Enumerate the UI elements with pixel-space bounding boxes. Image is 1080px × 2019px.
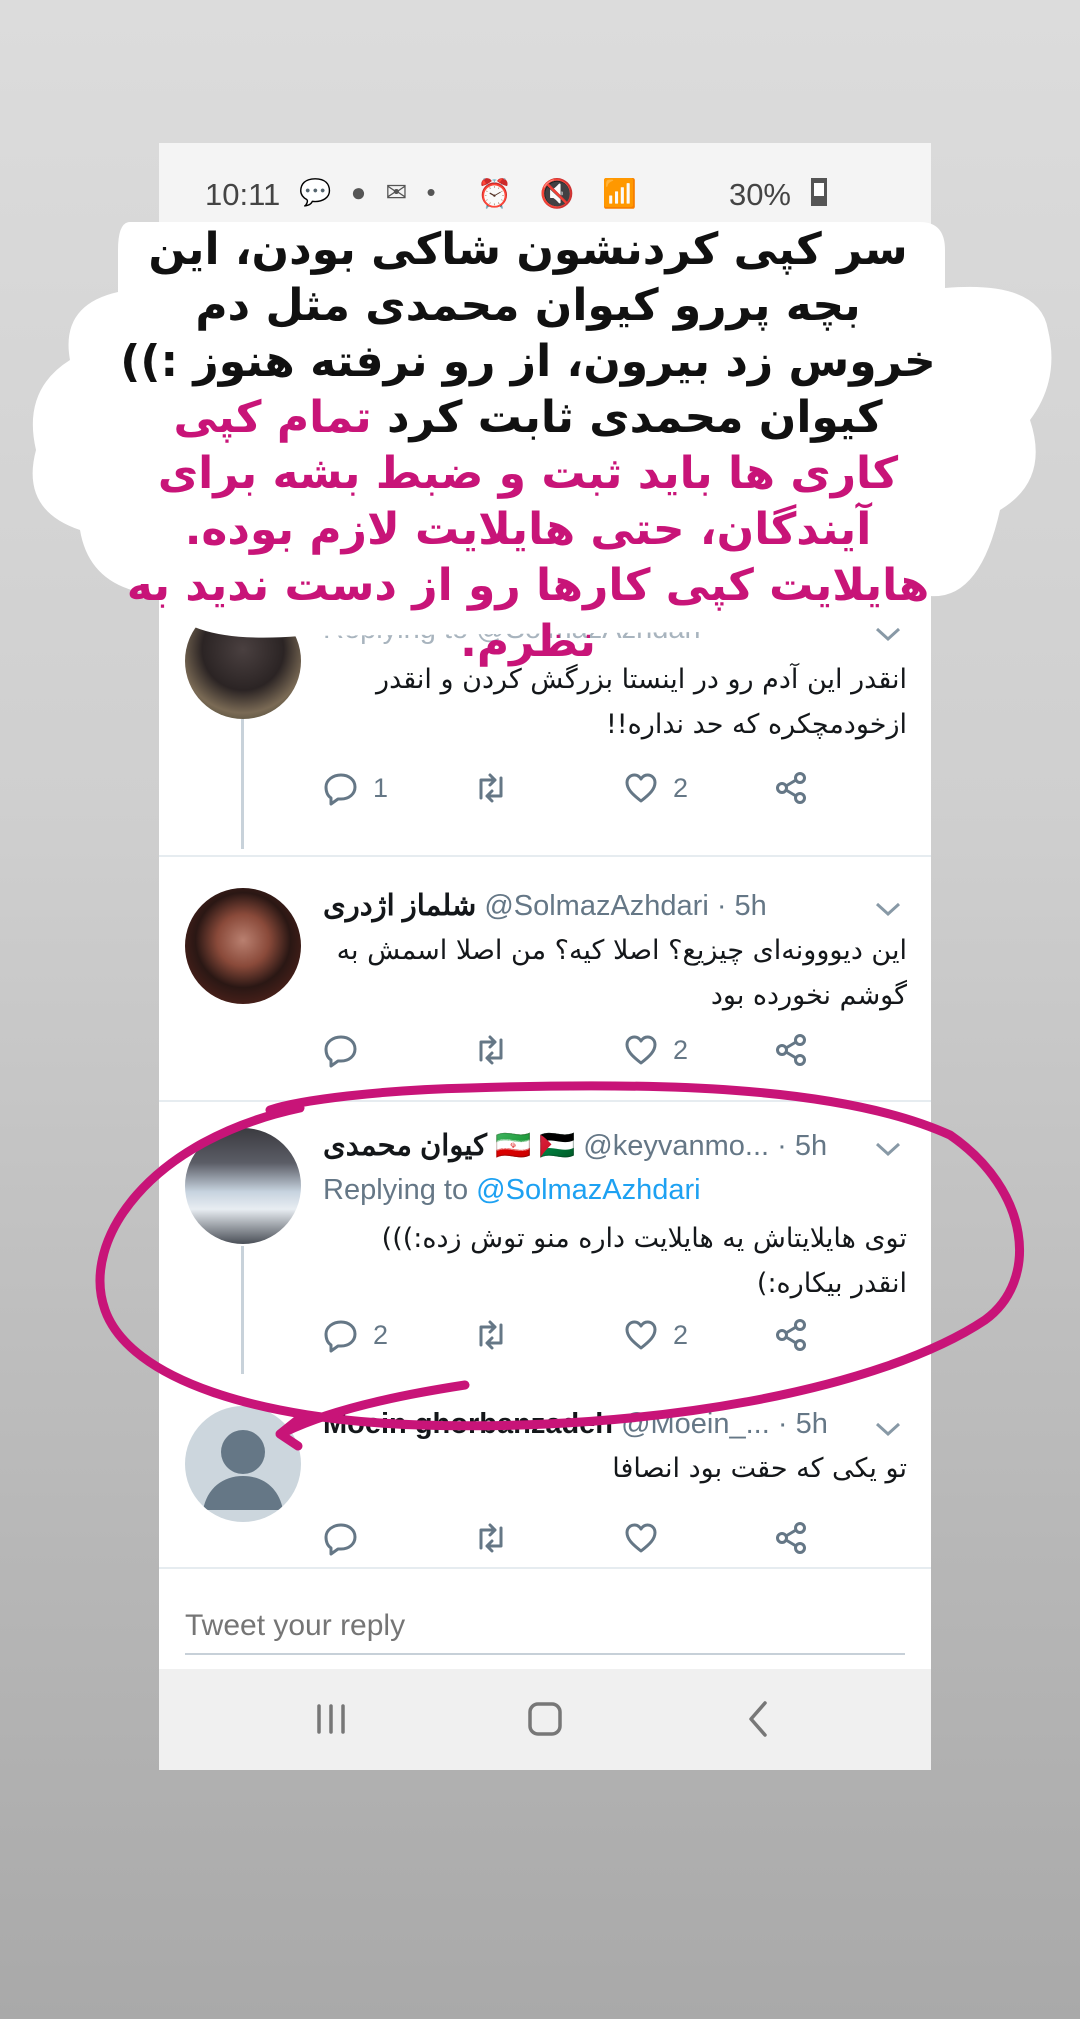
tweet-2[interactable]: شلماز اژدری @SolmazAzhdari · 5h این دیوو… (159, 888, 931, 1098)
tweet-actions: 2 (323, 1030, 843, 1070)
recent-apps-button[interactable] (301, 1694, 361, 1744)
share-button[interactable] (773, 1518, 809, 1558)
divider (159, 1100, 931, 1102)
heart-icon (625, 1523, 657, 1553)
back-icon (749, 1701, 767, 1737)
like-button[interactable]: 2 (623, 1315, 688, 1355)
tweet-time: · 5h (777, 1130, 828, 1162)
tweet-header: Moein ghorbanzadeh @Moein_... · 5h (323, 1408, 855, 1448)
retweet-button[interactable] (473, 1518, 509, 1558)
chevron-down-icon[interactable] (875, 898, 901, 924)
thread-line (241, 1246, 244, 1374)
recent-apps-icon (317, 1704, 345, 1734)
tweet-text: تو یکی که حقت بود انصافا (612, 1453, 907, 1484)
reply-icon (324, 1523, 357, 1556)
chevron-down-icon[interactable] (875, 1138, 901, 1164)
tweet-time: · 5h (716, 890, 767, 922)
tweet-3[interactable]: کیوان محمدی 🇮🇷 🇵🇸 @keyvanmo... · 5h Repl… (159, 1128, 931, 1374)
reply-bar (159, 1569, 931, 1679)
replying-to-handle[interactable]: @SolmazAzhdari (476, 1174, 700, 1206)
tweet-actions: 2 2 (323, 1315, 843, 1355)
share-icon (776, 1319, 806, 1351)
like-count: 2 (673, 772, 689, 803)
tweet-actions: 1 2 (323, 768, 843, 808)
retweet-button[interactable] (473, 1030, 509, 1070)
retweet-icon (479, 1523, 503, 1553)
divider (159, 855, 931, 857)
flag-icons: 🇮🇷 🇵🇸 (494, 1130, 576, 1162)
like-button[interactable]: 2 (623, 768, 688, 808)
reply-button[interactable]: 1 (323, 768, 388, 808)
tweet-header: کیوان محمدی 🇮🇷 🇵🇸 @keyvanmo... · 5h (323, 1128, 855, 1168)
author-handle[interactable]: @Moein_... (621, 1408, 770, 1440)
share-button[interactable] (773, 1030, 809, 1070)
reply-button[interactable] (323, 1518, 359, 1558)
avatar[interactable] (185, 888, 301, 1004)
heart-icon (625, 1320, 657, 1350)
heart-icon (625, 773, 657, 803)
chevron-down-icon[interactable] (875, 1418, 901, 1444)
thread-line (241, 719, 244, 849)
like-button[interactable]: 2 (623, 1030, 688, 1070)
replying-to-prefix: Replying to (323, 1174, 469, 1206)
reply-count: 2 (373, 1319, 389, 1350)
android-nav-bar (159, 1669, 931, 1770)
reply-button[interactable]: 2 (323, 1315, 388, 1355)
back-button[interactable] (729, 1694, 789, 1744)
share-icon (776, 1522, 806, 1554)
tweet-header: شلماز اژدری @SolmazAzhdari · 5h (323, 888, 855, 928)
author-name[interactable]: شلماز اژدری (323, 890, 476, 922)
like-button[interactable] (623, 1518, 659, 1558)
retweet-button[interactable] (473, 768, 509, 808)
like-count: 2 (673, 1034, 689, 1065)
reply-button[interactable] (323, 1030, 373, 1070)
share-button[interactable] (773, 1315, 809, 1355)
tweet-text: انقدر این آدم رو در اینستا بزرگش کردن و … (376, 664, 907, 740)
tweet-text: توی هایلایتاش یه هایلایت داره منو توش زد… (381, 1223, 907, 1299)
retweet-button[interactable] (473, 1315, 509, 1355)
tweet-text: این دیووونه‌ای چیزیع؟ اصلا کیه؟ من اصلا … (336, 935, 907, 1011)
avatar[interactable] (185, 1406, 301, 1522)
avatar[interactable] (185, 1128, 301, 1244)
share-icon (776, 1034, 806, 1066)
heart-icon (625, 1035, 657, 1065)
share-button[interactable] (773, 768, 809, 808)
reply-icon (324, 1035, 357, 1068)
author-handle[interactable]: @SolmazAzhdari (484, 890, 708, 922)
share-icon (776, 772, 806, 804)
author-name[interactable]: Moein ghorbanzadeh (323, 1408, 613, 1440)
reply-icon (324, 1320, 357, 1353)
like-count: 2 (673, 1319, 689, 1350)
tweet-4[interactable]: Moein ghorbanzadeh @Moein_... · 5h تو یک… (159, 1406, 931, 1556)
author-name[interactable]: کیوان محمدی (323, 1130, 487, 1162)
reply-icon (324, 773, 357, 806)
reply-count: 1 (373, 772, 389, 803)
home-icon (528, 1702, 562, 1736)
home-button[interactable] (515, 1694, 575, 1744)
tweet-reply-input[interactable] (185, 1599, 905, 1655)
default-avatar-icon (203, 1430, 283, 1510)
author-handle[interactable]: @keyvanmo... (583, 1130, 769, 1162)
tweet-actions (323, 1518, 843, 1558)
retweet-icon (479, 773, 503, 803)
story-caption: سر کپی کردنشون شاکی بودن، این بچه پررو ک… (118, 222, 938, 670)
retweet-icon (479, 1035, 503, 1065)
retweet-icon (479, 1320, 503, 1350)
replying-to: Replying to @SolmazAzhdari (323, 1174, 701, 1207)
tweet-time: · 5h (777, 1408, 828, 1440)
